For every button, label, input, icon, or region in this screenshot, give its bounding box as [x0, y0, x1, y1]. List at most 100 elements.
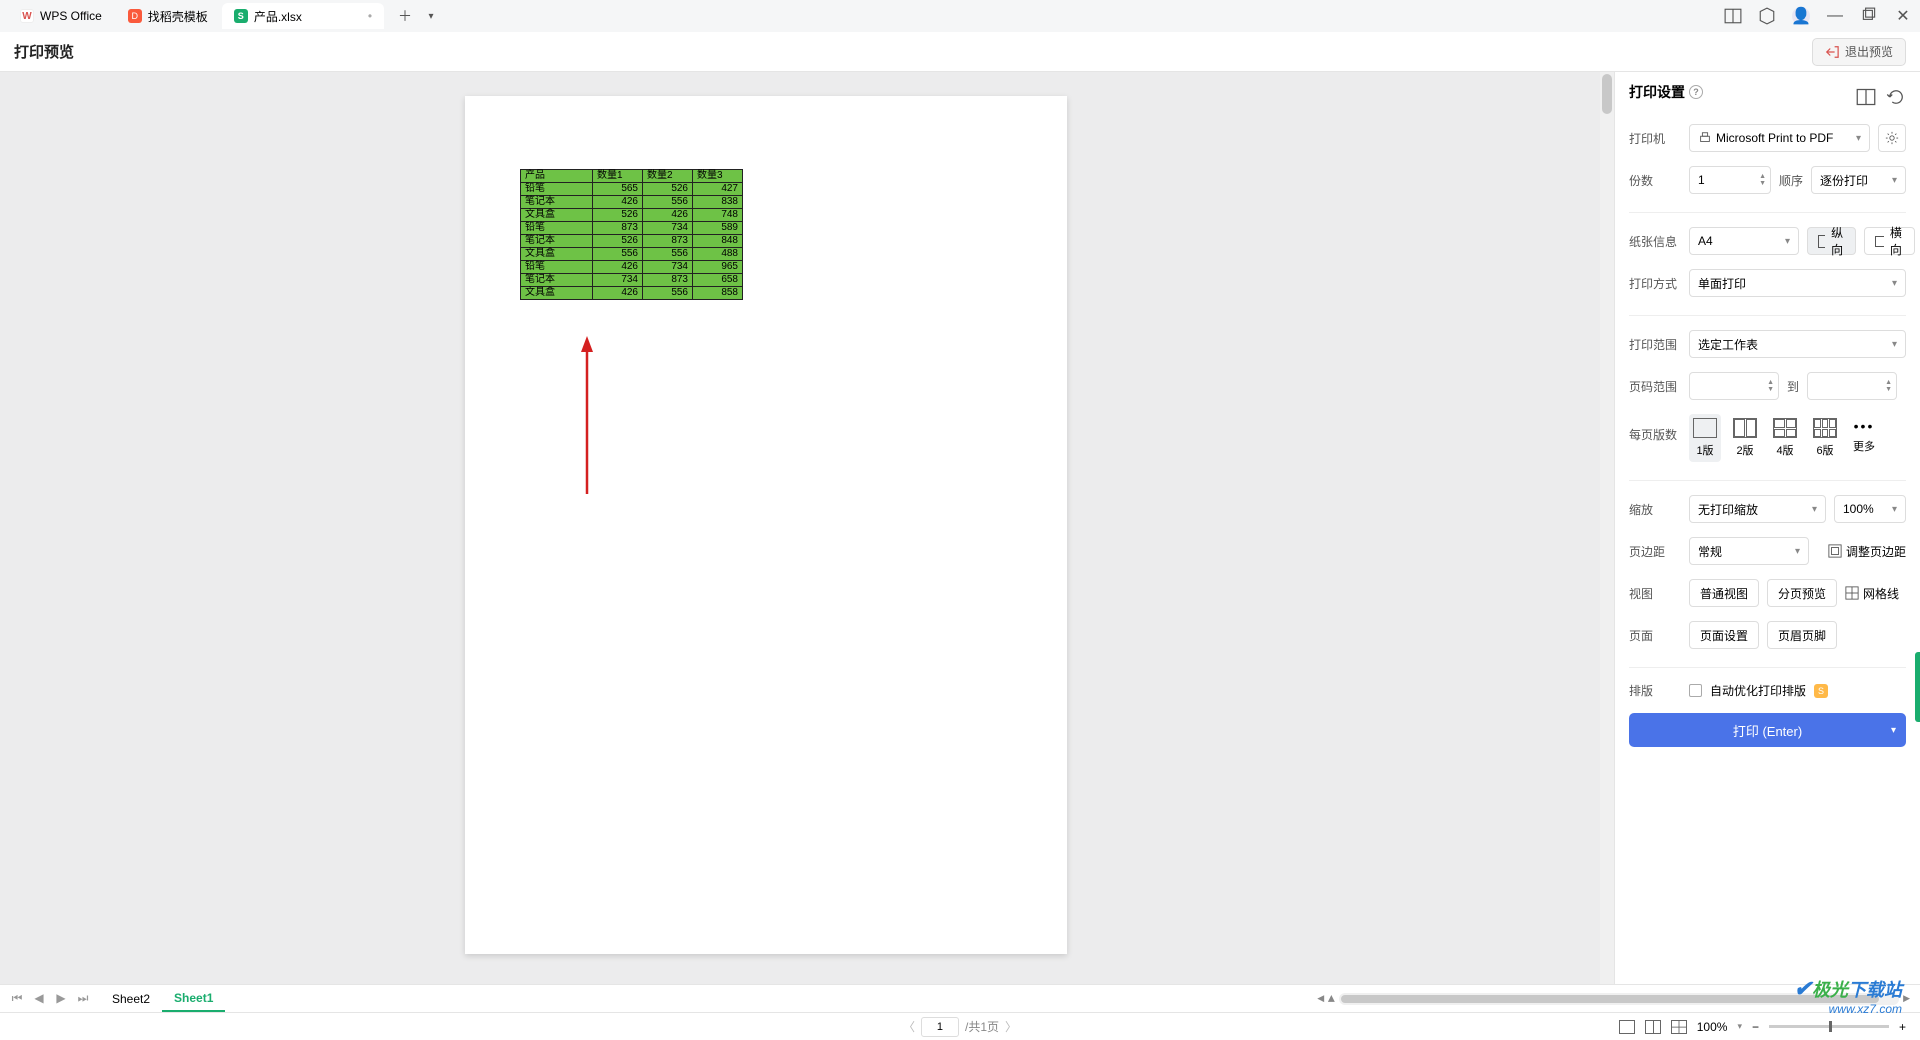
annotation-arrow-icon: [577, 336, 597, 496]
sheet-tabbar: ⏮ ◀ ▶ ⏭ Sheet2 Sheet1 ◀ ◀ ▶: [0, 984, 1920, 1012]
view-label: 视图: [1629, 585, 1681, 602]
close-button[interactable]: ✕: [1894, 7, 1912, 25]
perpage-6[interactable]: 6版: [1809, 414, 1841, 462]
sheet-tab-sheet2[interactable]: Sheet2: [100, 985, 162, 1012]
exit-preview-button[interactable]: 退出预览: [1812, 38, 1906, 66]
th: 数量3: [693, 170, 743, 183]
sheet-tab-sheet1[interactable]: Sheet1: [162, 985, 225, 1012]
margin-icon: [1828, 544, 1842, 558]
zoom-out-button[interactable]: −: [1752, 1020, 1759, 1034]
tab-document[interactable]: S 产品.xlsx •: [222, 3, 384, 29]
side-indicator: [1915, 652, 1920, 722]
columns-icon[interactable]: [1856, 87, 1876, 107]
auto-layout-label: 自动优化打印排版: [1710, 682, 1806, 699]
preview-page: 产品 数量1 数量2 数量3 铅笔565526427 笔记本426556838 …: [465, 96, 1067, 954]
view-mode-1-icon[interactable]: [1619, 1020, 1635, 1034]
print-settings-panel: 打印设置? 打印机 Microsoft Print to PDF▾ 份数 1▲▼…: [1614, 72, 1920, 984]
printer-select[interactable]: Microsoft Print to PDF▾: [1689, 124, 1870, 152]
page-title: 打印预览: [14, 41, 74, 62]
sheet-next-button[interactable]: ▶: [52, 991, 70, 1006]
minimize-button[interactable]: —: [1826, 7, 1844, 25]
portrait-icon: [1818, 235, 1825, 248]
portrait-button[interactable]: 纵向: [1807, 227, 1856, 255]
cube-icon[interactable]: [1758, 7, 1776, 25]
page-label: 页面: [1629, 627, 1681, 644]
tab-template[interactable]: D 找稻壳模板: [116, 3, 220, 29]
page-input[interactable]: [921, 1017, 959, 1037]
range-select[interactable]: 选定工作表▾: [1689, 330, 1906, 358]
view-mode-3-icon[interactable]: [1671, 1020, 1687, 1034]
printer-settings-button[interactable]: [1878, 124, 1906, 152]
vertical-scrollbar[interactable]: [1600, 72, 1614, 984]
zoom-in-button[interactable]: +: [1899, 1020, 1906, 1034]
zoom-slider[interactable]: [1769, 1025, 1889, 1028]
view-mode-2-icon[interactable]: [1645, 1020, 1661, 1034]
page-total: /共1页: [965, 1018, 999, 1035]
copies-input[interactable]: 1▲▼: [1689, 166, 1771, 194]
scale-pct-select[interactable]: 100%▾: [1834, 495, 1906, 523]
tab-menu-button[interactable]: ▾: [420, 5, 442, 27]
wps-icon: W: [20, 9, 34, 23]
copies-label: 份数: [1629, 172, 1681, 189]
perpage-4[interactable]: 4版: [1769, 414, 1801, 462]
tab-dirty-dot: •: [368, 9, 372, 23]
header-footer-button[interactable]: 页眉页脚: [1767, 621, 1837, 649]
th: 数量2: [643, 170, 693, 183]
mode-select[interactable]: 单面打印▾: [1689, 269, 1906, 297]
sheet-first-button[interactable]: ⏮: [8, 991, 26, 1006]
printer-label: 打印机: [1629, 130, 1681, 147]
tab-label: WPS Office: [40, 9, 102, 23]
more-icon: •••: [1854, 418, 1875, 434]
window-controls: 👤 — ✕: [1724, 0, 1912, 32]
perpage-1[interactable]: 1版: [1689, 414, 1721, 462]
docer-icon: D: [128, 9, 142, 23]
page-to-input[interactable]: ▲▼: [1807, 372, 1897, 400]
tab-wps-office[interactable]: W WPS Office: [8, 3, 114, 29]
view-page-button[interactable]: 分页预览: [1767, 579, 1837, 607]
zoom-value[interactable]: 100%: [1697, 1020, 1728, 1034]
perpage-more[interactable]: •••更多: [1849, 414, 1879, 458]
order-select[interactable]: 逐份打印▾: [1811, 166, 1906, 194]
sheet-prev-button[interactable]: ◀: [30, 991, 48, 1006]
help-icon[interactable]: ?: [1689, 85, 1703, 99]
margin-select[interactable]: 常规▾: [1689, 537, 1809, 565]
paper-label: 纸张信息: [1629, 233, 1681, 250]
pagerange-label: 页码范围: [1629, 378, 1681, 395]
prev-page-button[interactable]: 〈: [903, 1018, 915, 1035]
exit-label: 退出预览: [1845, 43, 1893, 60]
new-tab-button[interactable]: ＋: [394, 5, 416, 27]
range-label: 打印范围: [1629, 336, 1681, 353]
preview-canvas: 产品 数量1 数量2 数量3 铅笔565526427 笔记本426556838 …: [0, 72, 1614, 984]
paper-select[interactable]: A4▾: [1689, 227, 1799, 255]
view-normal-button[interactable]: 普通视图: [1689, 579, 1759, 607]
maximize-button[interactable]: [1860, 7, 1878, 25]
landscape-button[interactable]: 横向: [1864, 227, 1915, 255]
print-button[interactable]: 打印 (Enter)▾: [1629, 713, 1906, 747]
data-table: 产品 数量1 数量2 数量3 铅笔565526427 笔记本426556838 …: [520, 169, 743, 300]
tab-label: 产品.xlsx: [254, 8, 302, 25]
sheet-last-button[interactable]: ⏭: [74, 991, 92, 1006]
watermark: ✔极光下载站 www.xz7.com: [1794, 976, 1902, 1016]
margin-label: 页边距: [1629, 543, 1681, 560]
avatar-icon[interactable]: 👤: [1792, 7, 1810, 25]
perpage-2[interactable]: 2版: [1729, 414, 1761, 462]
chevron-down-icon: ▾: [1891, 725, 1896, 736]
layout-icon[interactable]: [1724, 7, 1742, 25]
mode-label: 打印方式: [1629, 275, 1681, 292]
th: 数量1: [593, 170, 643, 183]
hscroll-right-button[interactable]: ▶: [1903, 993, 1910, 1004]
adjust-margin-button[interactable]: 调整页边距: [1828, 537, 1906, 565]
page-from-input[interactable]: ▲▼: [1689, 372, 1779, 400]
exit-icon: [1825, 45, 1839, 59]
auto-layout-checkbox[interactable]: [1689, 684, 1702, 697]
scale-select[interactable]: 无打印缩放▾: [1689, 495, 1826, 523]
vip-icon: S: [1814, 684, 1828, 698]
refresh-icon[interactable]: [1886, 87, 1906, 107]
next-page-button[interactable]: 〉: [1005, 1018, 1017, 1035]
page-setup-button[interactable]: 页面设置: [1689, 621, 1759, 649]
topbar: 打印预览 退出预览: [0, 32, 1920, 72]
landscape-icon: [1875, 236, 1884, 247]
hscroll-left-button[interactable]: ◀: [1317, 993, 1324, 1004]
scale-label: 缩放: [1629, 501, 1681, 518]
gridlines-button[interactable]: 网格线: [1845, 579, 1899, 607]
